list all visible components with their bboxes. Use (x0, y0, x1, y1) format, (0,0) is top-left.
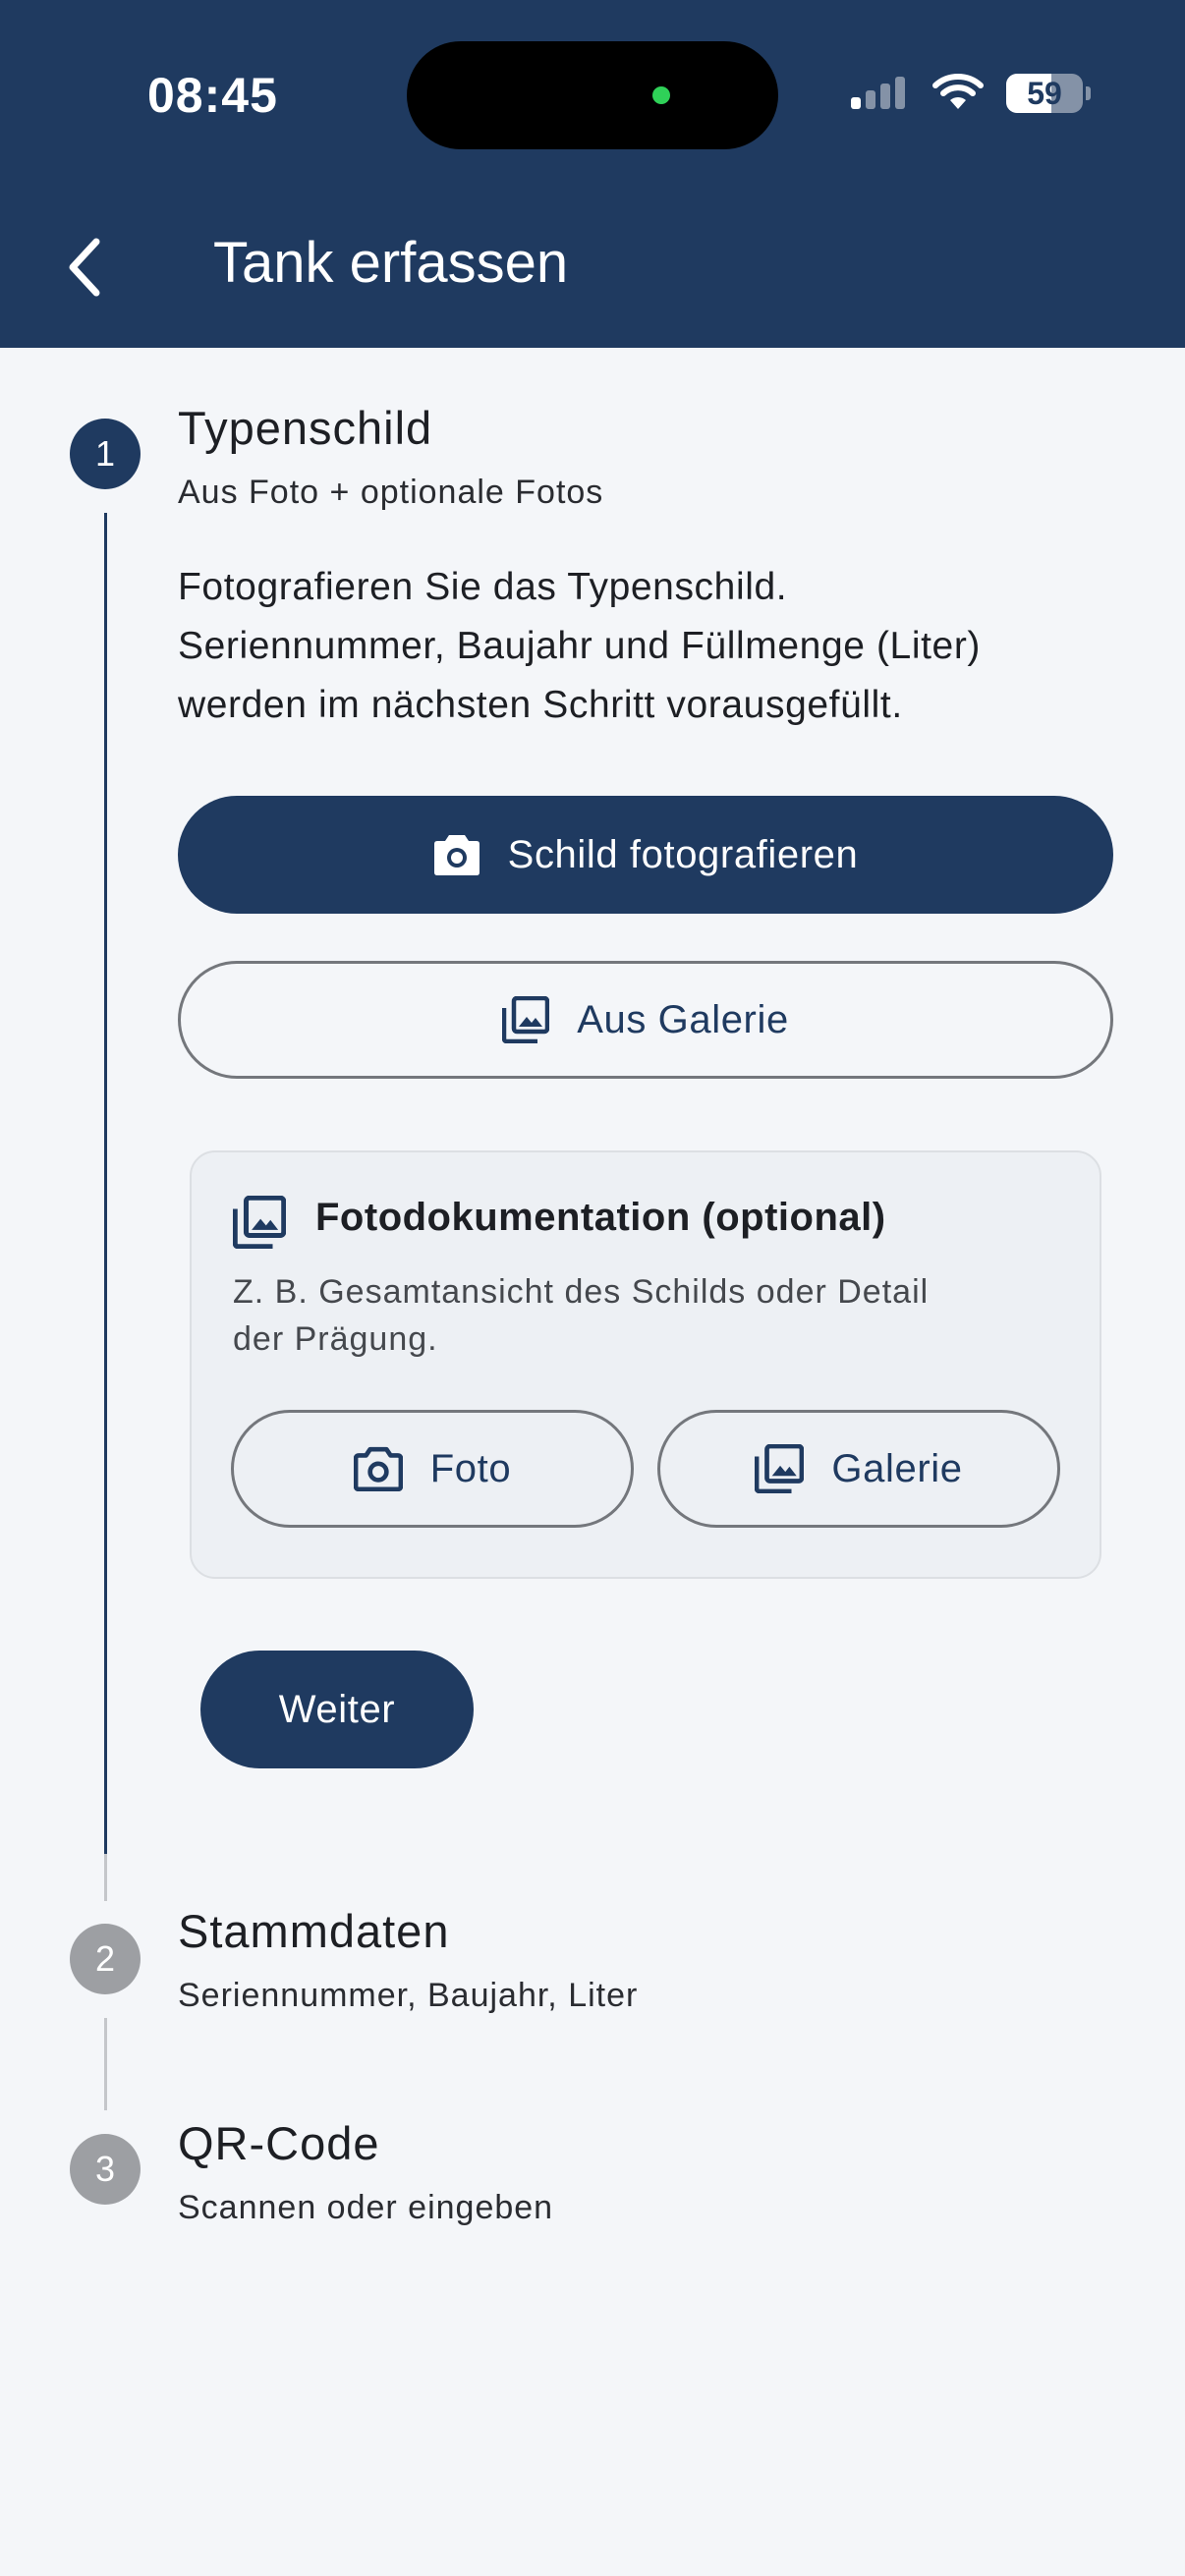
dynamic-island (407, 41, 778, 149)
step-2-title[interactable]: Stammdaten (178, 1904, 449, 1958)
instruction-line: werden im nächsten Schritt vorausgefüllt… (178, 684, 903, 726)
step-1-instructions: Fotografieren Sie das Typenschild. Serie… (178, 558, 1121, 735)
instruction-line: Fotografieren Sie das Typenschild. (178, 566, 788, 608)
description-line: Z. B. Gesamtansicht des Schilds oder Det… (233, 1273, 930, 1311)
page-title: Tank erfassen (213, 231, 569, 295)
gallery-label: Aus Galerie (577, 997, 789, 1041)
camera-indicator-dot (652, 86, 670, 104)
gallery-icon (502, 996, 550, 1043)
step-2-subtitle: Seriennummer, Baujahr, Liter (178, 1977, 639, 2014)
app-bar: 08:45 59 Tank erfassen (0, 0, 1185, 348)
chevron-left-icon (65, 236, 104, 299)
wifi-icon (931, 74, 985, 113)
cellular-signal-icon (851, 74, 910, 113)
step-3-subtitle: Scannen oder eingeben (178, 2189, 554, 2226)
photo-label: Foto (429, 1446, 512, 1490)
battery-indicator: 59 (1006, 74, 1091, 113)
choose-from-gallery-button[interactable]: Aus Galerie (178, 961, 1113, 1079)
battery-percent: 59 (1027, 75, 1062, 111)
take-photo-label: Schild fotografieren (507, 832, 859, 876)
status-time: 08:45 (147, 68, 278, 123)
status-icons: 59 (851, 73, 1091, 114)
step-connector-1-tail (104, 1854, 107, 1901)
optional-photo-button[interactable]: Foto (231, 1410, 634, 1528)
step-1-indicator[interactable]: 1 (70, 419, 141, 489)
step-3-indicator[interactable]: 3 (70, 2134, 141, 2205)
back-button[interactable] (55, 228, 114, 307)
description-line: der Prägung. (233, 1320, 438, 1358)
optional-gallery-button[interactable]: Galerie (657, 1410, 1060, 1528)
photo-documentation-title: Fotodokumentation (optional) (315, 1196, 886, 1239)
camera-icon (433, 833, 480, 876)
take-nameplate-photo-button[interactable]: Schild fotografieren (178, 796, 1113, 914)
step-connector-1 (104, 513, 107, 1854)
battery-cap (1086, 86, 1091, 100)
instruction-line: Seriennummer, Baujahr und Füllmenge (Lit… (178, 625, 982, 667)
gallery-icon (755, 1444, 805, 1493)
gallery-icon (233, 1196, 286, 1249)
step-connector-2 (104, 2018, 107, 2110)
next-button[interactable]: Weiter (200, 1651, 474, 1768)
step-1-subtitle: Aus Foto + optionale Fotos (178, 474, 604, 511)
step-3-title[interactable]: QR-Code (178, 2116, 380, 2170)
photo-documentation-card: Fotodokumentation (optional) Z. B. Gesam… (190, 1150, 1101, 1579)
step-2-indicator[interactable]: 2 (70, 1924, 141, 1994)
gallery-label: Galerie (831, 1446, 963, 1490)
step-1-title[interactable]: Typenschild (178, 401, 432, 455)
camera-icon (353, 1446, 403, 1491)
photo-documentation-description: Z. B. Gesamtansicht des Schilds oder Det… (233, 1268, 1048, 1363)
